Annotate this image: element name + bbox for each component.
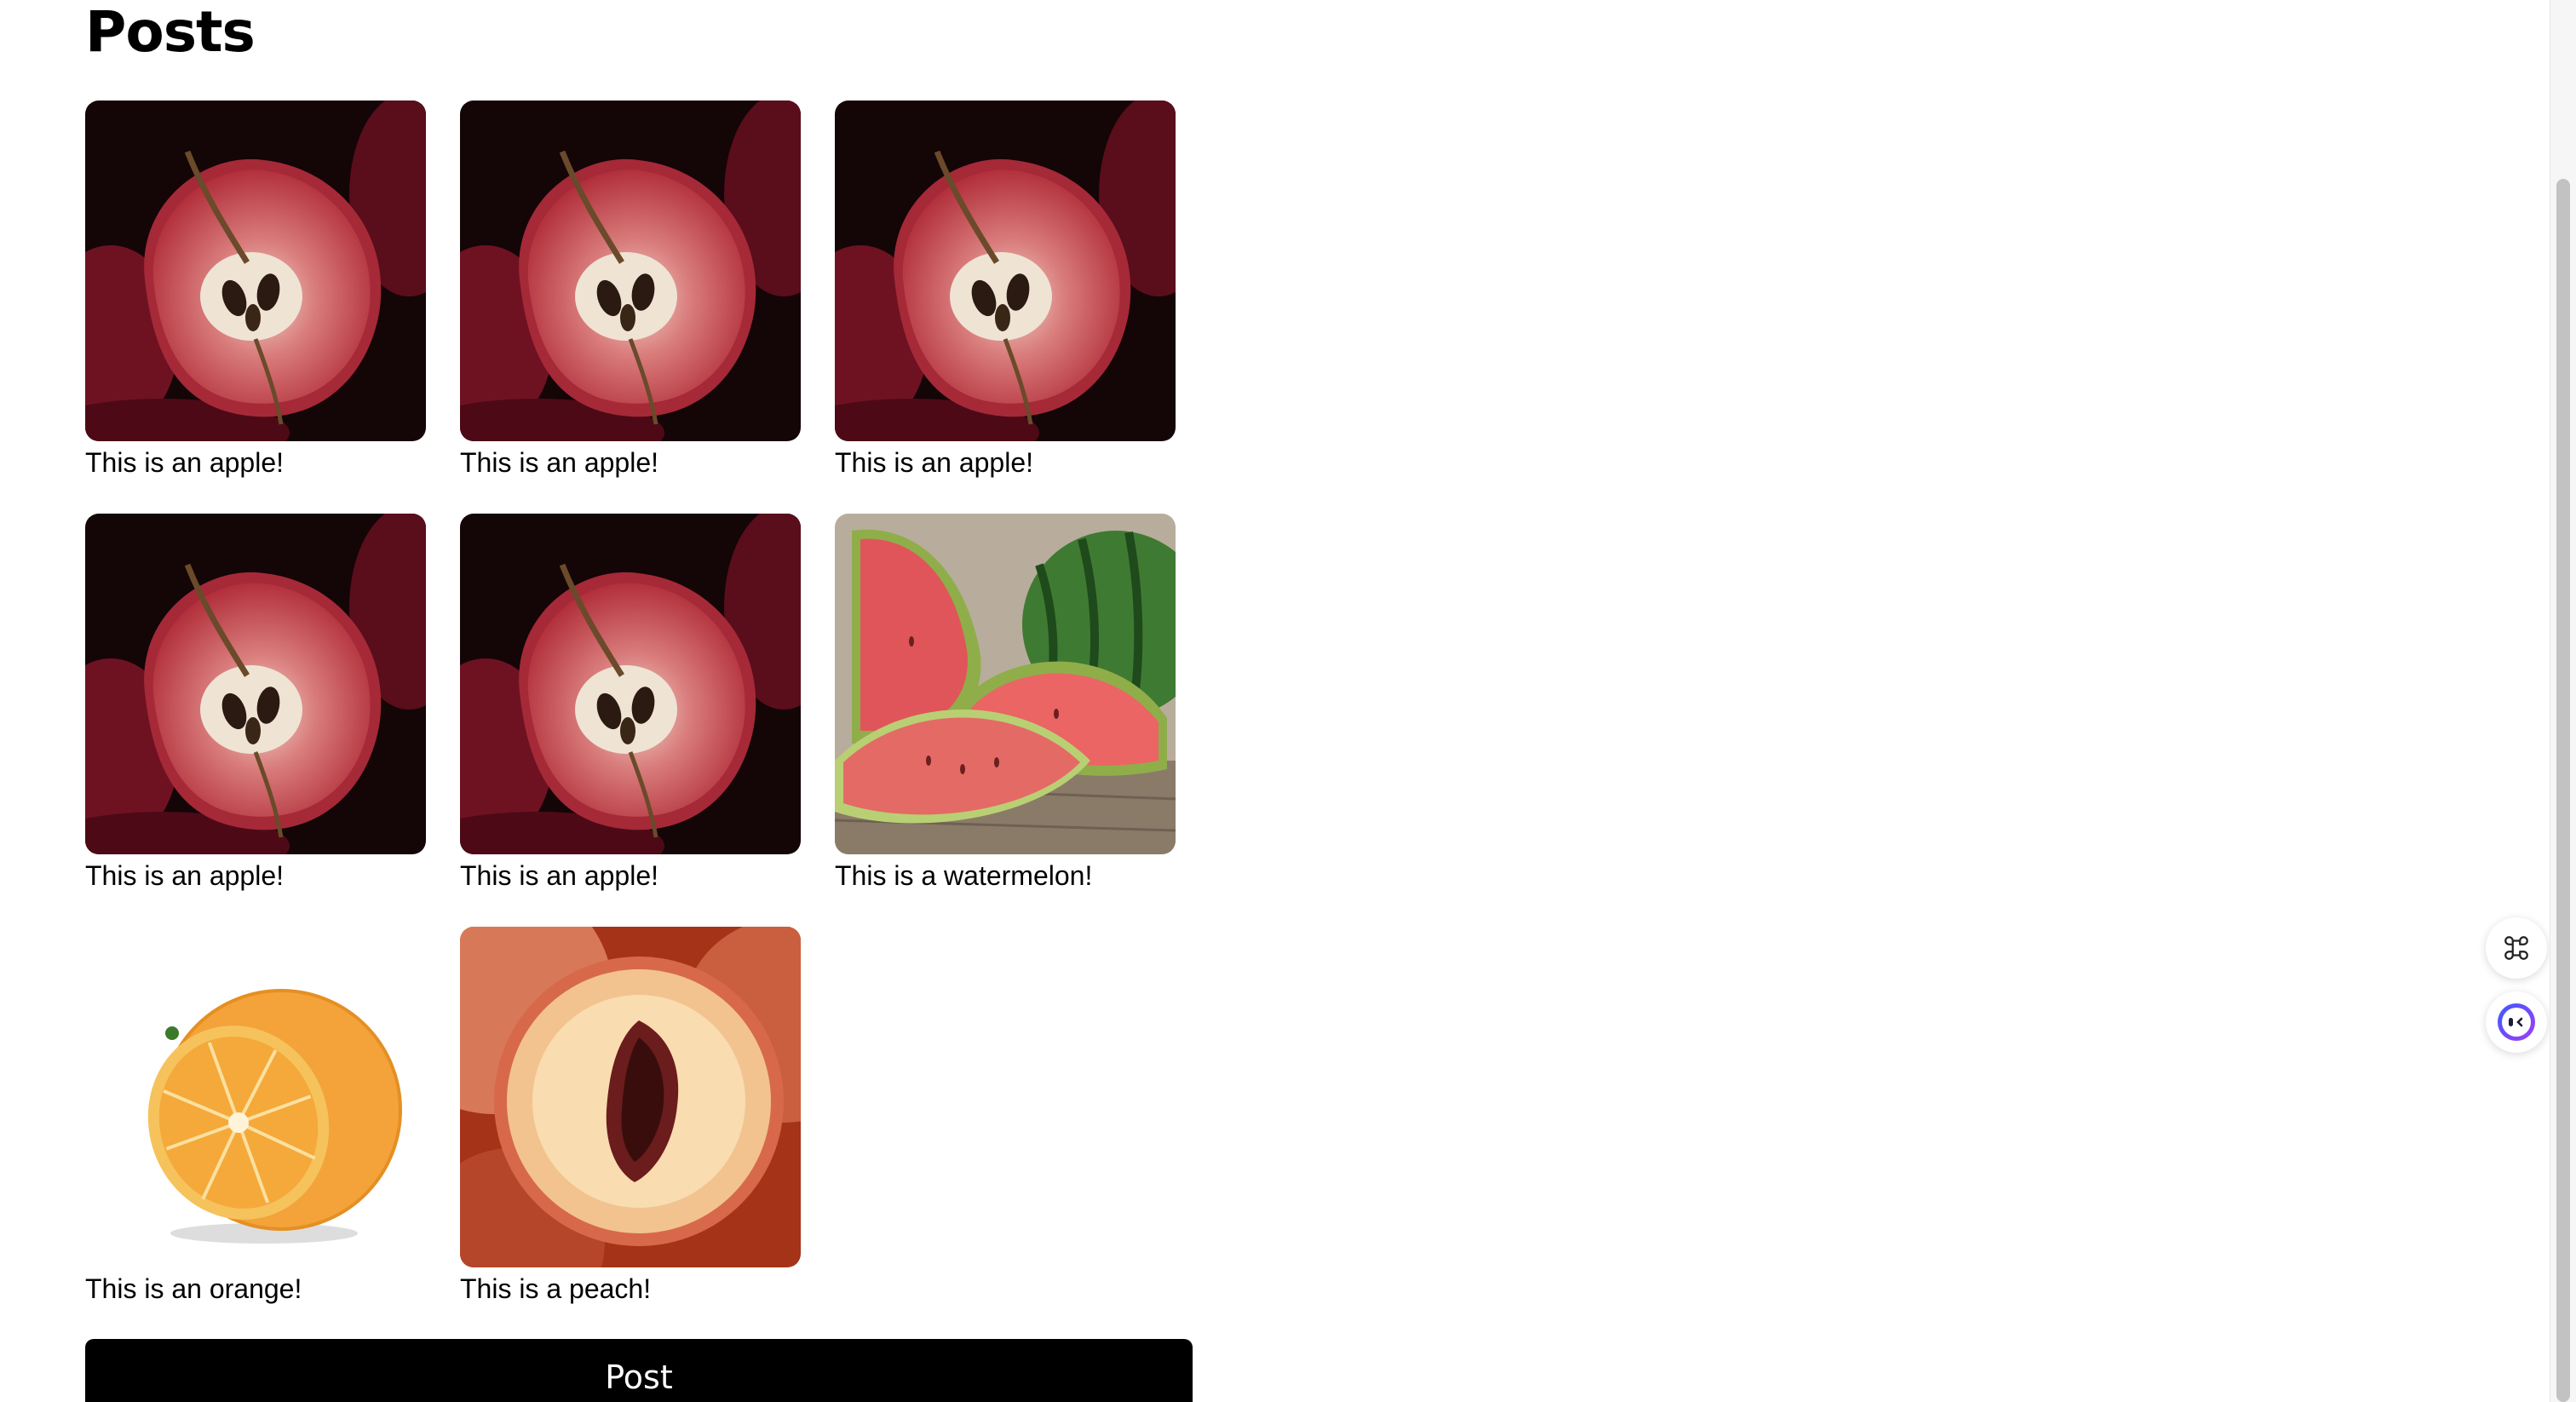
apple-image	[85, 101, 426, 441]
post-caption: This is an apple!	[460, 447, 659, 478]
post-image-apple[interactable]	[85, 101, 426, 441]
post-image-apple[interactable]	[85, 514, 426, 854]
command-key-button[interactable]	[2486, 917, 2547, 979]
post-image-apple[interactable]	[460, 101, 801, 441]
post-card[interactable]: This is an apple!	[460, 514, 801, 893]
peach-image	[460, 927, 801, 1267]
post-image-peach[interactable]	[460, 927, 801, 1267]
posts-grid: This is an apple! This is an apple! This…	[85, 101, 1193, 1306]
post-card[interactable]: This is an apple!	[85, 514, 426, 893]
post-caption: This is a watermelon!	[835, 860, 1093, 891]
post-button[interactable]: Post	[85, 1339, 1193, 1402]
command-key-icon	[2504, 936, 2528, 960]
post-card[interactable]: This is an apple!	[85, 101, 426, 480]
scrollbar-thumb[interactable]	[2556, 179, 2570, 1402]
post-caption: This is an apple!	[85, 447, 285, 478]
post-card[interactable]: This is a peach!	[460, 927, 801, 1306]
post-card[interactable]: This is a watermelon!	[835, 514, 1176, 893]
post-caption: This is an orange!	[85, 1273, 302, 1304]
assistant-face-icon	[2498, 1003, 2535, 1041]
orange-image	[85, 927, 426, 1267]
apple-image	[835, 101, 1176, 441]
apple-image	[85, 514, 426, 854]
post-card[interactable]: This is an apple!	[460, 101, 801, 480]
post-caption: This is an apple!	[835, 447, 1034, 478]
watermelon-image	[835, 514, 1176, 854]
post-card[interactable]: This is an apple!	[835, 101, 1176, 480]
post-image-orange[interactable]	[85, 927, 426, 1267]
post-caption: This is a peach!	[460, 1273, 652, 1304]
post-image-apple[interactable]	[460, 514, 801, 854]
post-card[interactable]: This is an orange!	[85, 927, 426, 1306]
apple-image	[460, 514, 801, 854]
vertical-scrollbar[interactable]	[2550, 0, 2576, 1402]
page: Posts This is an apple! This is an apple…	[0, 0, 2576, 1402]
post-image-apple[interactable]	[835, 101, 1176, 441]
post-caption: This is an apple!	[85, 860, 285, 891]
post-image-watermelon[interactable]	[835, 514, 1176, 854]
page-title: Posts	[85, 0, 256, 65]
assistant-button[interactable]	[2486, 991, 2547, 1053]
apple-image	[460, 101, 801, 441]
post-caption: This is an apple!	[460, 860, 659, 891]
